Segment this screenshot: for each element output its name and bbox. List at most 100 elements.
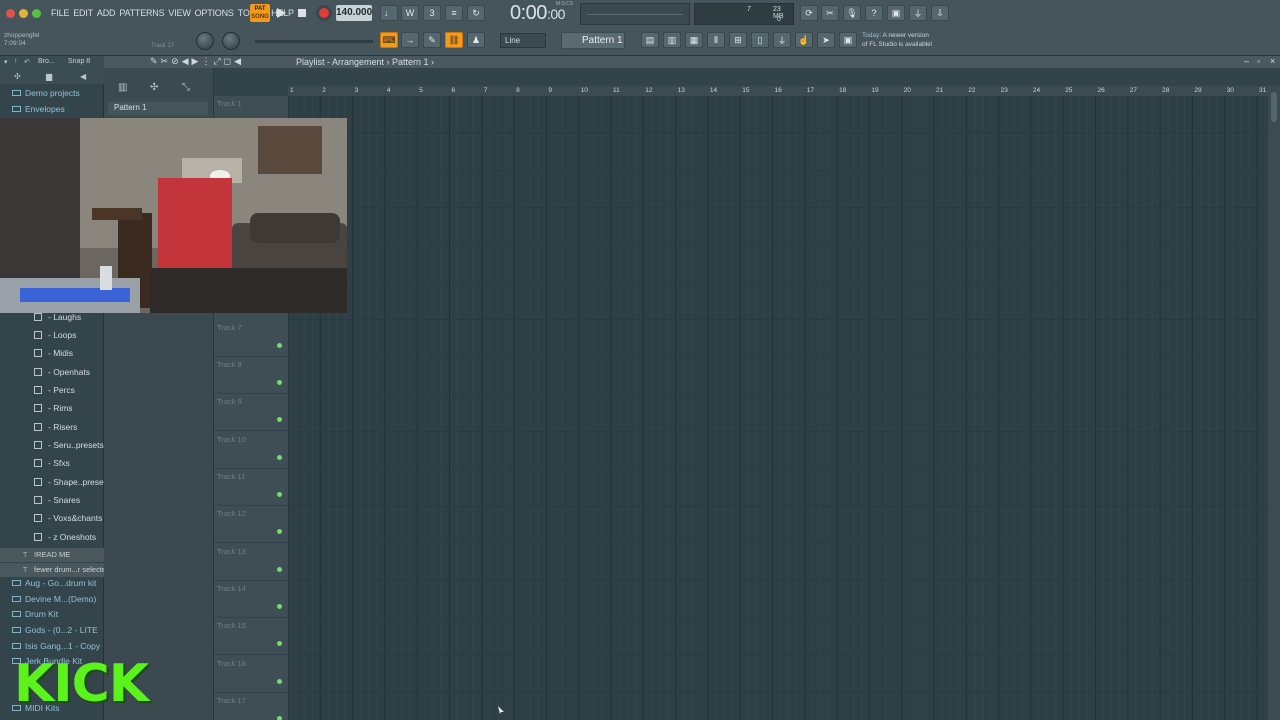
browser-folder-z-oneshots[interactable]: - z Oneshots [0,532,104,549]
main-pitch-knob[interactable] [222,32,240,50]
track-mute-led[interactable] [277,417,282,422]
play-button[interactable] [273,4,290,22]
track-header[interactable]: Track 8 [214,357,288,394]
link-button[interactable]: ⛓ [445,32,463,48]
track-header[interactable]: Track 16 [214,656,288,693]
browser-folder-risers[interactable]: - Risers [0,422,104,439]
snap-button[interactable]: ✎ [423,32,441,48]
browser-item-demo-projects[interactable]: Demo projects [0,88,104,105]
track-mute-led[interactable] [277,380,282,385]
browser-folder-rims[interactable]: - Rims [0,403,104,420]
browser-item-drum-kit[interactable]: Drum Kit [0,609,104,626]
browser-back-icon[interactable]: ↶ [24,58,30,66]
browser-snap[interactable]: Snap 8 [68,58,90,65]
loop-record-button[interactable]: ↻ [467,5,485,21]
menu-patterns[interactable]: PATTERNS [119,8,164,18]
track-header[interactable]: Track 9 [214,394,288,431]
browser-folder-openhats[interactable]: - Openhats [0,367,104,384]
track-mute-led[interactable] [277,716,282,720]
browser-menu-icon[interactable]: ▾ [4,58,8,66]
picker-pattern-icon[interactable]: ▥ [118,82,127,93]
checkbox[interactable] [34,404,42,412]
file-icon[interactable]: ▆ [46,72,52,81]
checkbox[interactable] [34,331,42,339]
checkbox[interactable] [34,514,42,522]
project-button[interactable]: ➤ [817,32,835,48]
wait-input-button[interactable]: W [401,5,419,21]
picker-auto-icon[interactable]: ⤡ [182,82,190,93]
track-mute-led[interactable] [277,492,282,497]
browser-folder-serum-presets[interactable]: - Seru..presets [0,440,104,457]
recording-filter-button[interactable]: ♟ [467,32,485,48]
master-slider[interactable] [255,40,373,43]
track-mute-led[interactable] [277,641,282,646]
browser-folder-voxs-chants[interactable]: - Voxs&chants [0,513,104,530]
main-volume-knob[interactable] [196,32,214,50]
track-mute-led[interactable] [277,529,282,534]
checkbox[interactable] [34,478,42,486]
checkbox[interactable] [34,459,42,467]
checkbox[interactable] [34,441,42,449]
plugin-database-button[interactable]: ▯ [751,32,769,48]
track-header[interactable]: Track 7 [214,320,288,357]
track-mute-led[interactable] [277,679,282,684]
minimize-window-button[interactable] [19,9,28,18]
plugins-button[interactable]: ⏚ [909,5,927,21]
track-header[interactable]: Track 12 [214,506,288,543]
menu-view[interactable]: VIEW [168,8,190,18]
browser-item-gods-lite[interactable]: Gods - (0...2 - LITE [0,625,104,642]
plugin-picker-button[interactable]: ⏚ [773,32,791,48]
save-button[interactable]: ▣ [887,5,905,21]
news-panel[interactable]: Today: A newer version of FL Studio is a… [862,31,950,51]
stop-button[interactable] [293,4,310,22]
track-mute-led[interactable] [277,343,282,348]
browser-file-readme[interactable]: T !READ ME [0,548,104,562]
browser-up-icon[interactable]: ↑ [14,58,18,65]
minimize-icon[interactable]: – [1244,56,1249,66]
checkbox[interactable] [34,349,42,357]
track-header[interactable]: Track 14 [214,581,288,618]
typing-keyboard-button[interactable]: ⌨ [380,32,398,48]
news-button[interactable]: ▣ [839,32,857,48]
checkbox[interactable] [34,423,42,431]
track-mute-led[interactable] [277,604,282,609]
step-edit-button[interactable]: → [401,32,419,48]
picker-pattern-1[interactable]: Pattern 1 [108,102,208,115]
record-button[interactable] [316,5,332,21]
countdown-button[interactable]: 3 [423,5,441,21]
timeline-ruler[interactable]: 1 2 3 4 5 6 7 8 9 10 11 12 13 14 15 16 17 18 19 20 21 22 23 24 2… [288,86,1268,96]
playlist-grid[interactable] [288,96,1268,720]
browser-folder-laughs[interactable]: - Laughs [0,312,104,329]
metronome-button[interactable]: ♩ [380,5,398,21]
browser-file-fewer-drums[interactable]: Tfewer drum...r selected [0,563,104,577]
checkbox[interactable] [34,368,42,376]
browser-folder-snares[interactable]: - Snares [0,495,104,512]
pat-song-toggle[interactable]: PAT SONG [250,4,270,22]
mic-button[interactable]: 🎙 [843,5,861,21]
channel-rack-button[interactable]: ▦ [685,32,703,48]
track-header[interactable]: Track 10 [214,432,288,469]
speaker-icon[interactable]: ◀ [80,72,86,81]
close-icon[interactable]: × [1270,56,1275,66]
track-header[interactable]: Track 13 [214,544,288,581]
vertical-scrollbar[interactable] [1268,86,1280,720]
browser-folder-percs[interactable]: - Percs [0,385,104,402]
blend-notes-button[interactable]: ≡ [445,5,463,21]
scrollbar-thumb[interactable] [1271,92,1277,122]
track-header[interactable]: Track 17 [214,693,288,720]
menu-options[interactable]: OPTIONS [195,8,234,18]
browser-folder-midis[interactable]: - Midis [0,348,104,365]
checkbox[interactable] [34,386,42,394]
track-header[interactable]: Track 15 [214,618,288,655]
menu-file[interactable]: FILE [51,8,69,18]
touch-controller-button[interactable]: ☝ [795,32,813,48]
playlist-window-button[interactable]: ▤ [641,32,659,48]
maximize-window-button[interactable] [32,9,41,18]
mixer-button[interactable]: ⫴ [707,32,725,48]
checkbox[interactable] [34,533,42,541]
menu-add[interactable]: ADD [97,8,116,18]
collapse-icon[interactable]: ✣ [14,72,21,81]
track-header[interactable]: Track 11 [214,469,288,506]
track-mute-led[interactable] [277,567,282,572]
browser-folder-shape-presets[interactable]: - Shape..presets [0,477,104,494]
